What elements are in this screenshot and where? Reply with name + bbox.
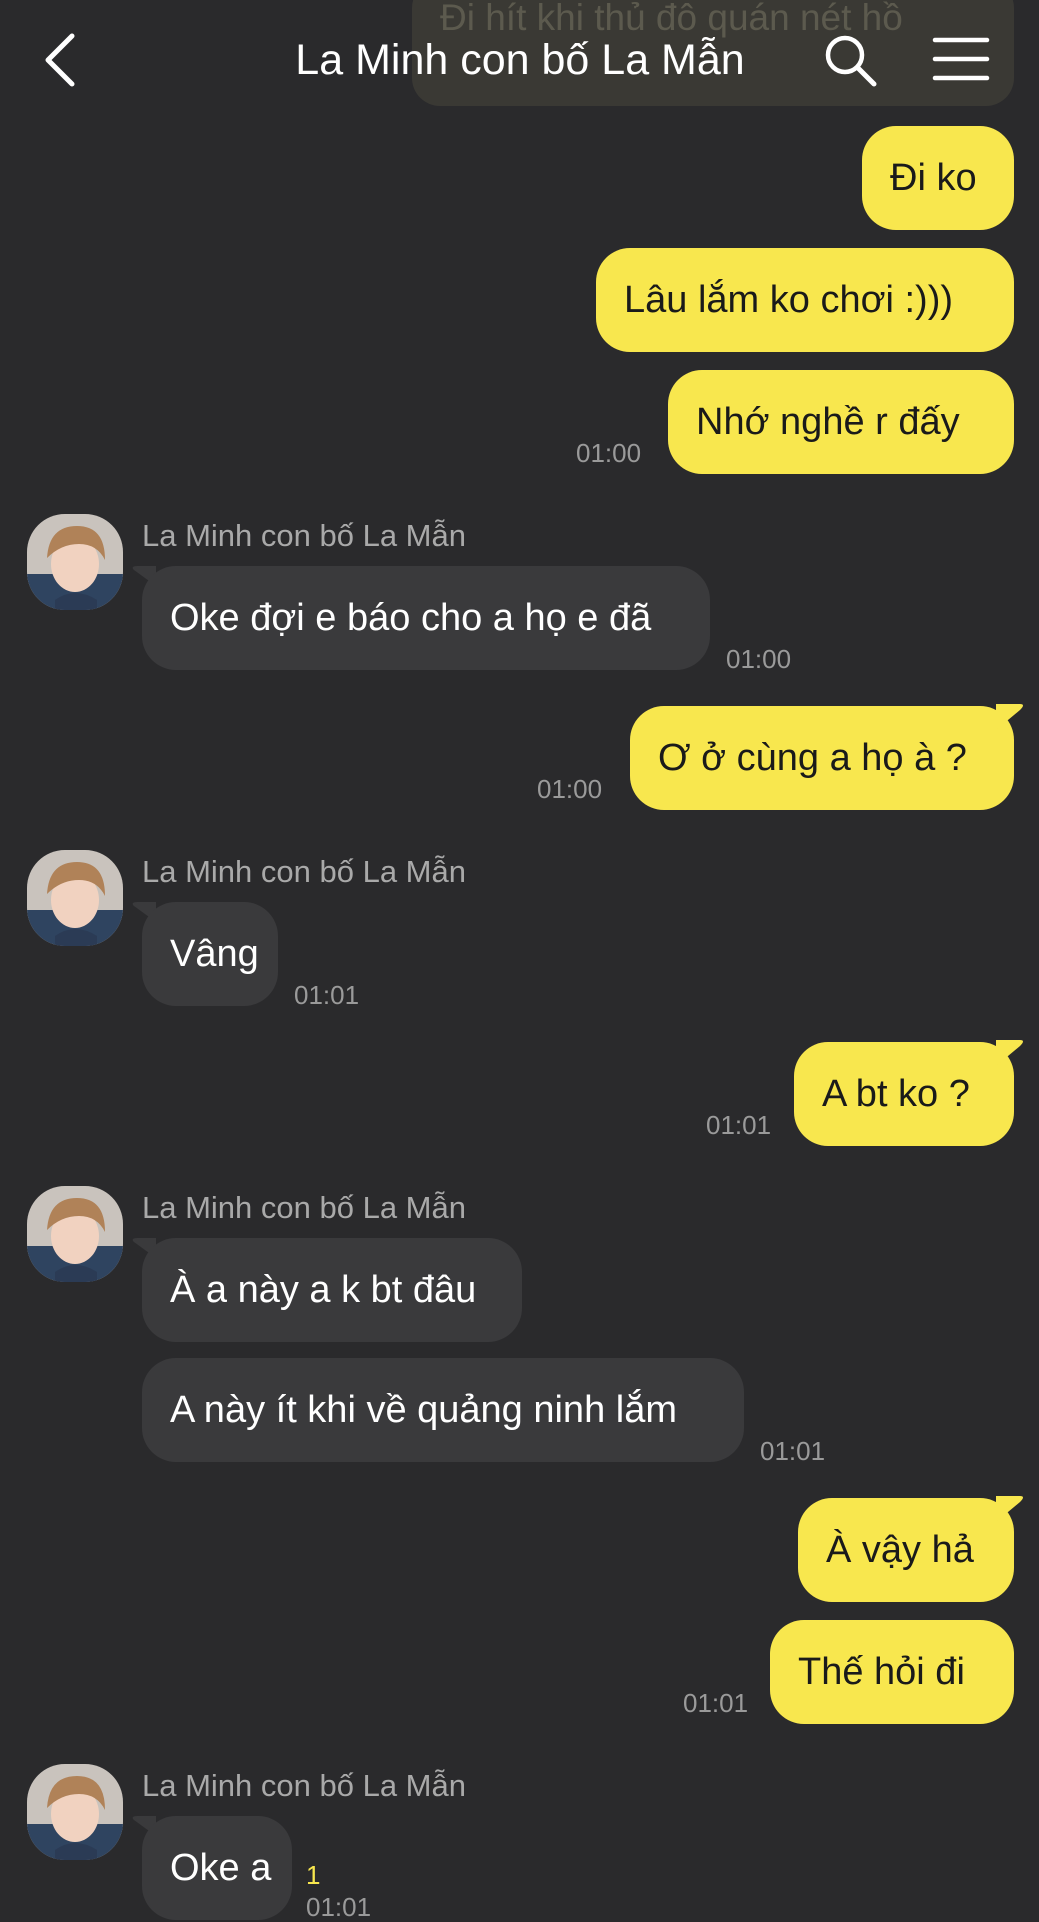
message-timestamp: 01:01 [294, 980, 360, 1010]
message-text: Lâu lắm ko chơi :))) [624, 279, 954, 321]
contact-avatar[interactable] [27, 1186, 123, 1282]
message-timestamp: 01:00 [537, 774, 603, 804]
avatar-photo [27, 850, 123, 946]
sender-name: La Minh con bố La Mẫn [142, 1768, 466, 1803]
sent-message-bubble[interactable]: À vậy hả [798, 1498, 1014, 1602]
message-text: Oke đợi e báo cho a họ e đã [170, 597, 652, 639]
contact-avatar[interactable] [27, 1764, 123, 1860]
chat-title: La Minh con bố La Mẫn [295, 36, 745, 84]
search-icon [825, 35, 877, 87]
message-timestamp: 01:00 [576, 438, 642, 468]
sender-name: La Minh con bố La Mẫn [142, 1190, 466, 1225]
search-button[interactable] [822, 32, 878, 88]
chevron-left-icon [45, 33, 75, 87]
back-button[interactable] [38, 28, 88, 92]
bubble-tail [996, 704, 1023, 730]
menu-icon [932, 37, 990, 81]
message-text: Đi ko [890, 157, 977, 199]
message-text: Oke a [170, 1847, 272, 1889]
sent-message-bubble[interactable]: Thế hỏi đi [770, 1620, 1014, 1724]
message-timestamp: 01:00 [726, 644, 792, 674]
message-timestamp: 01:01 [706, 1110, 772, 1140]
sent-message-bubble[interactable]: Đi ko [862, 126, 1014, 230]
message-text: Vâng [170, 933, 259, 975]
bubble-tail [996, 1496, 1023, 1522]
message-text: Nhớ nghề r đấy [696, 401, 960, 443]
message-text: À a này a k bt đâu [170, 1269, 477, 1311]
sent-message-bubble[interactable]: Nhớ nghề r đấy [668, 370, 1014, 474]
sent-message-bubble[interactable]: Lâu lắm ko chơi :))) [596, 248, 1014, 352]
received-message-bubble[interactable]: Vâng [142, 902, 278, 1006]
menu-button[interactable] [932, 34, 990, 84]
unread-count: 1 [306, 1860, 321, 1890]
message-text: Ơ ở cùng a họ à ? [658, 737, 967, 779]
received-message-bubble[interactable]: A này ít khi về quảng ninh lắm [142, 1358, 744, 1462]
avatar-photo [27, 1764, 123, 1860]
sent-message-bubble[interactable]: A bt ko ? [794, 1042, 1014, 1146]
avatar-photo [27, 1186, 123, 1282]
sent-message-bubble[interactable]: Ơ ở cùng a họ à ? [630, 706, 1014, 810]
received-message-bubble[interactable]: À a này a k bt đâu [142, 1238, 522, 1342]
chat-header: La Minh con bố La Mẫn [0, 0, 1039, 120]
received-message-bubble[interactable]: Oke đợi e báo cho a họ e đã [142, 566, 710, 670]
message-text: Thế hỏi đi [798, 1651, 965, 1693]
message-text: A bt ko ? [822, 1073, 970, 1115]
contact-avatar[interactable] [27, 850, 123, 946]
sender-name: La Minh con bố La Mẫn [142, 854, 466, 889]
message-text: À vậy hả [826, 1529, 974, 1571]
message-timestamp: 01:01 [306, 1892, 372, 1922]
contact-avatar[interactable] [27, 514, 123, 610]
received-message-bubble[interactable]: Oke a [142, 1816, 292, 1920]
message-timestamp: 01:01 [760, 1436, 826, 1466]
message-timestamp: 01:01 [683, 1688, 749, 1718]
bubble-tail [996, 1040, 1023, 1066]
sender-name: La Minh con bố La Mẫn [142, 518, 466, 553]
avatar-photo [27, 514, 123, 610]
message-text: A này ít khi về quảng ninh lắm [170, 1389, 677, 1431]
